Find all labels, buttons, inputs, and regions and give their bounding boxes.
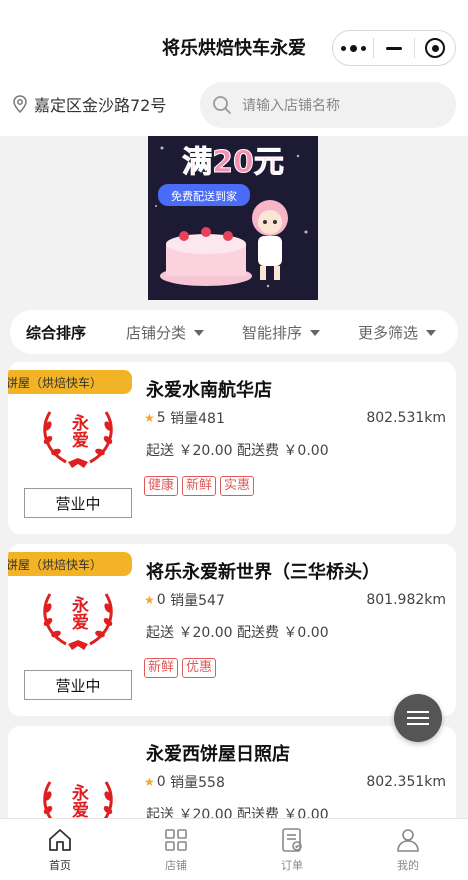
store-rating: ★ 0 销量547 (144, 590, 225, 610)
tab-home[interactable]: 首页 (30, 827, 90, 873)
filter-more-options[interactable]: 更多筛选 (358, 322, 437, 343)
filter-label: 综合排序 (26, 324, 87, 342)
order-icon (282, 828, 302, 852)
store-tag: 健康 (144, 476, 179, 496)
store-rating: ★ 0 销量558 (144, 772, 225, 792)
tab-profile[interactable]: 我的 (378, 827, 438, 873)
store-name: 将乐永爱新世界（三华桥头） (146, 562, 380, 583)
store-status-button[interactable]: 营业中 (24, 488, 132, 518)
store-tag: 新鲜 (182, 476, 217, 496)
store-rating: ★ 5 销量481 (144, 408, 225, 428)
filter-comprehensive-sort[interactable]: 综合排序 (26, 322, 86, 343)
sales-count: 销量547 (170, 593, 225, 609)
close-mini-program-button[interactable] (415, 31, 455, 65)
star-icon: ★ (144, 411, 155, 425)
store-tag: 实惠 (220, 476, 255, 496)
banner-subline: 免费配送到家 (171, 189, 237, 203)
store-distance: 802.531km (366, 410, 446, 426)
rating-value: 5 (156, 410, 166, 426)
store-tag: 优惠 (182, 658, 217, 678)
grid-icon (165, 829, 187, 851)
sales-count: 销量481 (170, 411, 225, 427)
store-status-button[interactable]: 营业中 (24, 670, 132, 700)
store-name: 永爱水南航华店 (146, 380, 272, 401)
filter-smart-sort[interactable]: 智能排序 (242, 322, 321, 343)
store-logo: 永爱 (43, 411, 113, 468)
rating-value: 0 (156, 774, 166, 790)
store-tags: 新鲜 优惠 (144, 658, 217, 678)
store-type-ribbon: 西饼屋（烘焙快车） (8, 552, 132, 576)
store-search-input[interactable]: 请输入店铺名称 (200, 82, 456, 128)
promo-banner[interactable]: 满20元 免费配送到家 (148, 136, 318, 300)
tab-label: 店铺 (165, 859, 187, 872)
location-search-bar: 嘉定区金沙路72号 请输入店铺名称 (0, 74, 468, 136)
sales-count: 销量558 (170, 775, 225, 791)
user-icon (397, 829, 419, 852)
target-icon (425, 38, 445, 58)
menu-icon (407, 711, 429, 713)
delivery-fee: 起送 ￥20.00 配送费 ￥0.00 (146, 625, 329, 641)
store-distance: 801.982km (366, 592, 446, 608)
filter-label: 智能排序 (242, 324, 303, 342)
tab-label: 首页 (49, 859, 71, 872)
caret-down-icon (194, 329, 205, 336)
store-tags: 健康 新鲜 实惠 (144, 476, 255, 496)
location-pin-icon (13, 95, 27, 113)
logo-text: 永爱 (68, 413, 90, 449)
minimize-icon (386, 46, 402, 50)
logo-text: 永爱 (68, 595, 90, 631)
more-dots-icon (340, 44, 366, 52)
tab-label: 订单 (281, 859, 303, 872)
store-card[interactable]: 西饼屋（烘焙快车） 永爱 营业中 永爱水南航华店 ★ 5 销量481 802.5… (8, 362, 456, 534)
caret-down-icon (426, 329, 437, 336)
more-menu-button[interactable] (333, 31, 373, 65)
star-icon: ★ (144, 593, 155, 607)
search-icon (213, 96, 231, 114)
caret-down-icon (310, 329, 321, 336)
bottom-tab-bar: 首页 店铺 订单 我的 (0, 818, 468, 880)
minimize-button[interactable] (374, 31, 414, 65)
store-logo: 永爱 (43, 593, 113, 650)
delivery-fee: 起送 ￥20.00 配送费 ￥0.00 (146, 443, 329, 459)
filter-bar: 综合排序 店铺分类 智能排序 更多筛选 (10, 310, 458, 354)
banner-headline: 满20元 (182, 145, 284, 180)
floating-menu-button[interactable] (394, 694, 442, 742)
store-type-ribbon: 西饼屋（烘焙快车） (8, 370, 132, 394)
filter-store-category[interactable]: 店铺分类 (126, 322, 205, 343)
location-address: 嘉定区金沙路72号 (34, 96, 167, 115)
tab-orders[interactable]: 订单 (262, 827, 322, 873)
filter-label: 店铺分类 (126, 324, 187, 342)
store-name: 永爱西饼屋日照店 (146, 744, 290, 765)
store-tag: 新鲜 (144, 658, 179, 678)
star-icon: ★ (144, 775, 155, 789)
tab-stores[interactable]: 店铺 (146, 827, 206, 873)
filter-label: 更多筛选 (358, 324, 419, 342)
store-card[interactable]: 西饼屋（烘焙快车） 永爱 营业中 将乐永爱新世界（三华桥头） ★ 0 销量547… (8, 544, 456, 716)
store-distance: 802.351km (366, 774, 446, 790)
search-placeholder: 请输入店铺名称 (242, 98, 340, 114)
tab-label: 我的 (397, 859, 419, 872)
location-selector[interactable]: 嘉定区金沙路72号 (12, 92, 166, 116)
logo-text: 永爱 (68, 783, 90, 819)
home-icon (49, 829, 71, 851)
rating-value: 0 (156, 592, 166, 608)
mini-program-capsule (332, 30, 456, 66)
